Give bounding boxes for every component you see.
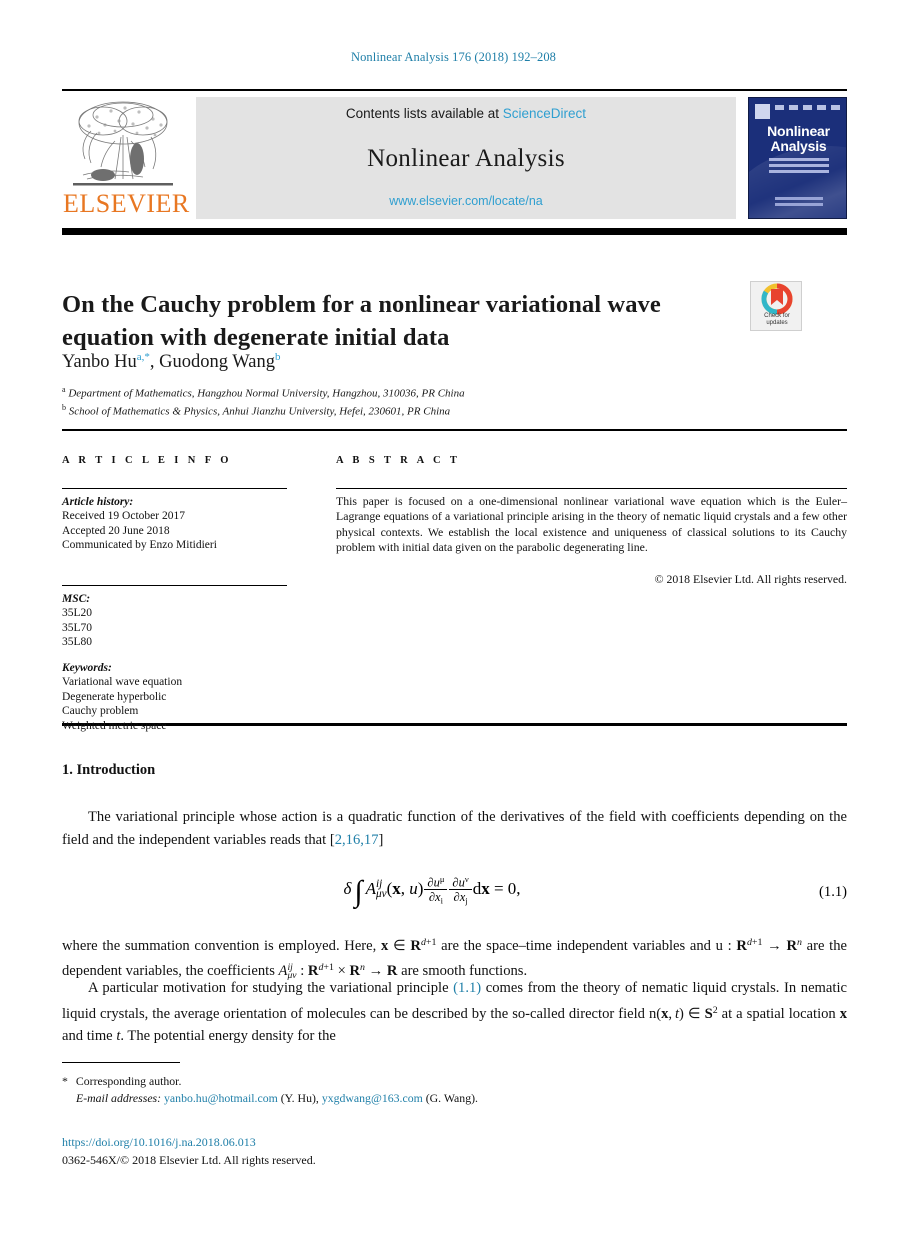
msc-block: MSC: 35L20 35L70 35L80	[62, 592, 312, 650]
info-section-top-rule	[62, 429, 847, 431]
article-history-label: Article history:	[62, 496, 134, 508]
affiliation-a: a Department of Mathematics, Hangzhou No…	[62, 383, 822, 401]
cover-subtitle-placeholder	[769, 158, 829, 176]
paragraph-3: A particular motivation for studying the…	[62, 980, 848, 1044]
author-marks-2: b	[274, 351, 281, 363]
affiliation-a-text: Department of Mathematics, Hangzhou Norm…	[68, 387, 465, 400]
author-list: Yanbo Hua,*, Guodong Wangb	[62, 351, 281, 373]
journal-homepage-link[interactable]: www.elsevier.com/locate/na	[196, 194, 736, 208]
citation-ref-eq-1-1[interactable]: (1.1)	[453, 980, 481, 996]
elsevier-tree-icon	[67, 97, 179, 189]
author-name-2: Guodong Wang	[159, 352, 275, 373]
cover-elsevier-mark-icon	[755, 104, 770, 119]
equation-number-1-1: (1.1)	[819, 884, 847, 900]
masthead-top-rule	[62, 89, 847, 91]
email-owner-1: (Y. Hu),	[280, 1090, 319, 1105]
abstract-heading: A B S T R A C T	[336, 455, 461, 466]
article-history-rule	[62, 488, 287, 490]
display-equation-1-1: δ ∫ Aij μν (x, u) ∂uμ ∂xi ∂uν ∂xj dx = 0, (1.1)	[62, 872, 847, 920]
paragraph-3-lead: A particular motivation for studying the…	[88, 980, 454, 996]
contents-prefix: Contents lists available at	[345, 106, 500, 121]
paragraph-2: where the summation convention is employ…	[62, 937, 847, 982]
affiliation-a-mark: a	[62, 385, 66, 394]
equation-body: δ ∫ Aij μν (x, u) ∂uμ ∂xi ∂uν ∂xj dx = 0,	[343, 874, 521, 908]
keyword-item: Weighted metric space	[62, 719, 167, 732]
journal-article-page: Nonlinear Analysis 176 (2018) 192–208 EL…	[0, 0, 907, 1238]
masthead-bottom-rule	[62, 228, 847, 235]
keywords-label: Keywords:	[62, 662, 112, 674]
corresponding-author-marker: *	[62, 1074, 68, 1088]
contents-available-line: Contents lists available at ScienceDirec…	[196, 106, 736, 121]
doi-link[interactable]: https://doi.org/10.1016/j.na.2018.06.013	[62, 1135, 256, 1150]
article-history-communicated: Communicated by Enzo Mitidieri	[62, 539, 217, 552]
article-history-accepted: Accepted 20 June 2018	[62, 524, 170, 537]
running-head: Nonlinear Analysis 176 (2018) 192–208	[350, 50, 557, 64]
cover-title-line-1: Nonlinear	[767, 123, 830, 139]
abstract-text: This paper is focused on a one-dimension…	[336, 494, 847, 554]
journal-cover-thumbnail: Nonlinear Analysis	[748, 97, 847, 219]
article-info-heading: A R T I C L E I N F O	[62, 455, 232, 466]
msc-code-2: 35L70	[62, 621, 93, 634]
footnote-rule	[62, 1062, 180, 1064]
crossmark-label: Check for updates	[751, 313, 803, 327]
corresponding-author-note: * Corresponding author.	[62, 1073, 762, 1090]
affiliation-list: a Department of Mathematics, Hangzhou No…	[62, 383, 822, 419]
msc-code-3: 35L80	[62, 636, 93, 649]
msc-code-1: 35L20	[62, 607, 93, 620]
sciencedirect-link[interactable]: ScienceDirect	[503, 106, 586, 121]
contents-banner: Contents lists available at ScienceDirec…	[196, 97, 736, 219]
keywords-block: Keywords: Variational wave equation Dege…	[62, 661, 312, 733]
elsevier-logo: ELSEVIER	[63, 97, 190, 219]
cover-title-line-2: Analysis	[770, 138, 827, 154]
corresponding-author-text: Corresponding author.	[75, 1074, 182, 1088]
email-link-2[interactable]: yxgdwang@163.com	[322, 1091, 423, 1105]
section-heading-introduction: 1. Introduction	[62, 762, 156, 778]
paragraph-1: The variational principle whose action i…	[62, 806, 847, 851]
email-addresses-note: E-mail addresses: yanbo.hu@hotmail.com (…	[62, 1090, 762, 1107]
issn-copyright-line: 0362-546X/© 2018 Elsevier Ltd. All right…	[62, 1153, 316, 1167]
citation-ref-2-16-17[interactable]: 2,16,17	[335, 832, 379, 848]
elsevier-wordmark: ELSEVIER	[63, 189, 190, 218]
abstract-rule	[336, 488, 847, 490]
email-link-1[interactable]: yanbo.hu@hotmail.com	[164, 1091, 278, 1105]
crossmark-label-line-1: Check for	[764, 313, 790, 319]
cover-journal-title: Nonlinear Analysis	[749, 123, 846, 154]
keyword-item: Variational wave equation	[62, 676, 183, 689]
page-title: On the Cauchy problem for a nonlinear va…	[62, 291, 661, 352]
keyword-item: Degenerate hyperbolic	[62, 690, 167, 703]
msc-label: MSC:	[62, 593, 91, 605]
affiliation-b-mark: b	[62, 403, 66, 413]
author-name-1: Yanbo Hu	[62, 352, 137, 373]
article-history-block: Article history: Received 19 October 201…	[62, 495, 312, 553]
email-label: E-mail addresses:	[76, 1090, 162, 1105]
crossmark-label-line-2: updates	[766, 320, 788, 326]
footnote-block: * Corresponding author. E-mail addresses:…	[62, 1073, 762, 1106]
crossmark-icon	[761, 283, 793, 315]
abstract-copyright: © 2018 Elsevier Ltd. All rights reserved…	[654, 572, 847, 586]
author-marks-1: a,*	[136, 351, 150, 363]
email-owner-2: (G. Wang).	[425, 1090, 478, 1105]
crossmark-badge[interactable]: Check for updates	[750, 281, 802, 331]
journal-title: Nonlinear Analysis	[367, 145, 565, 172]
article-history-received: Received 19 October 2017	[62, 510, 185, 523]
paragraph-1-tail: ]	[378, 831, 384, 848]
paragraph-1-text: The variational principle whose action i…	[62, 809, 847, 848]
cover-footer-placeholder	[775, 197, 823, 209]
keyword-item: Cauchy problem	[62, 705, 139, 718]
affiliation-b: b School of Mathematics & Physics, Anhui…	[62, 401, 822, 419]
msc-rule	[62, 585, 287, 587]
cover-header-text-placeholder	[775, 105, 841, 110]
affiliation-b-text: School of Mathematics & Physics, Anhui J…	[68, 405, 451, 418]
